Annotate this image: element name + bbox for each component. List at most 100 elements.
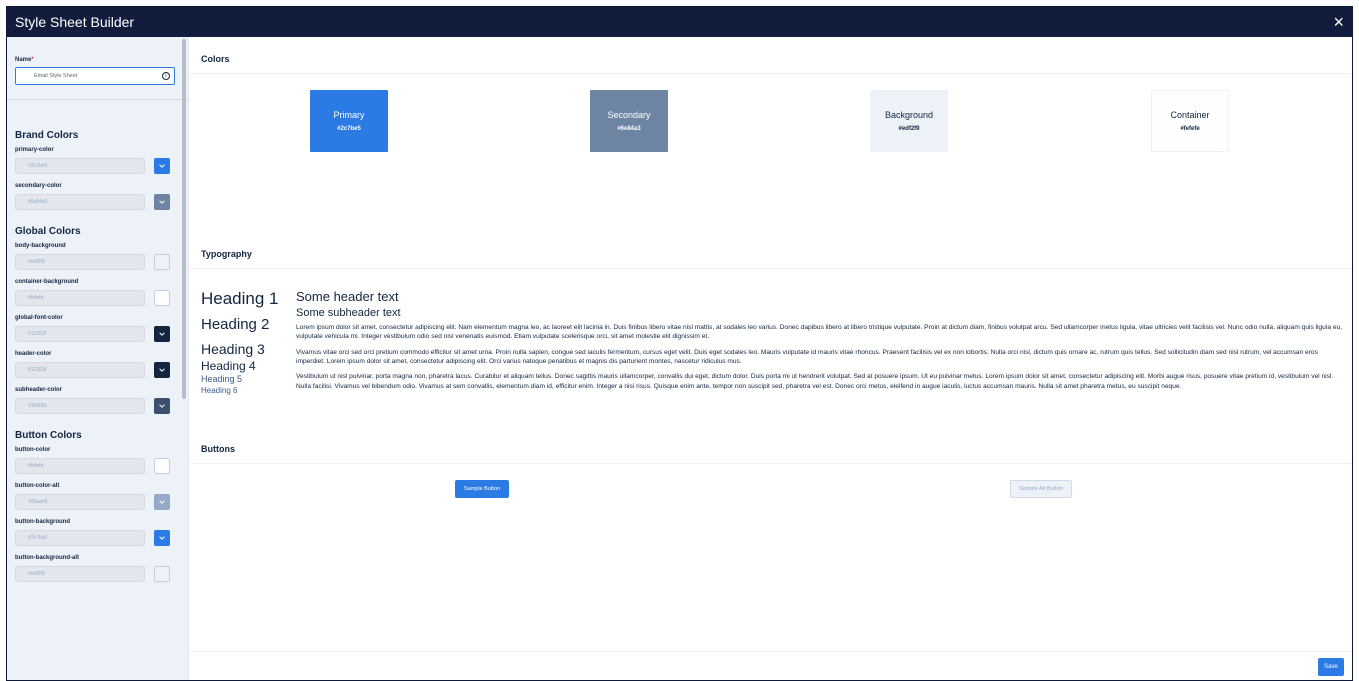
color-card-hex: #edf2f9 (898, 126, 920, 132)
colors-section-title: Colors (201, 54, 230, 64)
dialog-title: Style Sheet Builder (15, 14, 135, 30)
color-field-body-background: body-background #edf2f9 (15, 243, 180, 270)
color-field-button-color: button-color #fefefe (15, 447, 180, 474)
title-bar: Style Sheet Builder × (7, 7, 1352, 37)
name-input[interactable]: Email Style Sheet i (15, 67, 175, 85)
chevron-down-icon (159, 164, 165, 168)
color-field-label: header-color (15, 351, 52, 357)
color-swatch-picker[interactable] (154, 398, 170, 414)
color-card-primary: Primary #2c7be5 (310, 90, 388, 152)
color-swatch-picker[interactable] (154, 530, 170, 546)
color-card-hex: #6e84a3 (617, 126, 641, 132)
color-value-input[interactable]: #2c7be5 (15, 158, 145, 174)
paragraph: Vestibulum ut nisl pulvinar, porta magna… (296, 373, 1334, 390)
heading-6: Heading 6 (201, 386, 238, 395)
color-card-name: Container (1170, 110, 1210, 120)
color-field-button-background: button-background #2c7be5 (15, 519, 180, 546)
color-card-name: Background (884, 110, 934, 120)
name-label: Name* (15, 57, 180, 63)
color-swatch-picker[interactable] (154, 458, 170, 474)
typography-section-title: Typography (201, 249, 252, 259)
paragraph: Vivamus vitae orci sed orci pretium comm… (296, 348, 1318, 366)
footer-divider (189, 651, 1352, 652)
required-mark: * (31, 57, 34, 63)
chevron-down-icon (159, 368, 165, 372)
color-field-button-background-alt: button-background-alt #edf2f9 (15, 555, 180, 582)
color-field-label: button-color (15, 447, 51, 453)
name-input-value: Email Style Sheet (34, 73, 78, 79)
color-value-input[interactable]: #12263f (15, 362, 145, 378)
paragraph: Lorem ipsum dolor sit amet, consectetur … (296, 324, 1342, 341)
color-field-primary-color: primary-color #2c7be5 (15, 147, 180, 174)
color-swatch-picker[interactable] (154, 290, 170, 306)
color-value-input[interactable]: #12263f (15, 326, 145, 342)
color-card-name: Secondary (607, 110, 651, 120)
sidebar-scrollbar[interactable] (182, 39, 186, 399)
chevron-down-icon (159, 332, 165, 336)
color-field-label: button-background-alt (15, 555, 79, 561)
group-title: Button Colors (15, 430, 82, 441)
color-card-hex: #fefefe (1180, 126, 1200, 132)
color-field-label: global-font-color (15, 315, 63, 321)
heading-1: Heading 1 (201, 289, 279, 308)
typography-preview: Heading 1 Heading 2 Heading 3 Heading 4 … (189, 269, 1352, 427)
color-field-label: secondary-color (15, 183, 62, 189)
subheader-text: Some subheader text (296, 307, 401, 319)
color-field-secondary-color: secondary-color #6e84a3 (15, 183, 180, 210)
body-text-preview: Some header text Some subheader text Lor… (296, 289, 1352, 427)
group-title: Global Colors (15, 226, 81, 237)
color-value-input[interactable]: #6e84a3 (15, 194, 145, 210)
color-field-container-background: container-background #fefefe (15, 279, 180, 306)
settings-sidebar: Name* Email Style Sheet i Brand Colors pr… (7, 37, 189, 680)
color-swatch-picker[interactable] (154, 566, 170, 582)
heading-3: Heading 3 (201, 341, 265, 357)
info-icon[interactable]: i (162, 72, 170, 80)
color-field-header-color: header-color #12263f (15, 351, 180, 378)
chevron-down-icon (159, 404, 165, 408)
color-value-input[interactable]: #95aac9 (15, 494, 145, 510)
color-field-global-font-color: global-font-color #12263f (15, 315, 180, 342)
color-swatch-picker[interactable] (154, 362, 170, 378)
save-button[interactable]: Save (1318, 658, 1344, 676)
color-field-label: primary-color (15, 147, 54, 153)
color-card-secondary: Secondary #6e84a3 (590, 90, 668, 152)
color-swatch-picker[interactable] (154, 254, 170, 270)
sample-button[interactable]: Sample Button (455, 480, 510, 498)
color-value-input[interactable]: #edf2f9 (15, 566, 145, 582)
color-value-input[interactable]: #edf2f9 (15, 254, 145, 270)
color-value-input[interactable]: #fefefe (15, 458, 145, 474)
color-field-label: subheader-color (15, 387, 63, 393)
color-field-subheader-color: subheader-color #3b506c (15, 387, 180, 414)
color-field-button-color-alt: button-color-alt #95aac9 (15, 483, 180, 510)
style-sheet-builder-dialog: Style Sheet Builder × Name* Email Style … (6, 6, 1353, 681)
chevron-down-icon (159, 200, 165, 204)
buttons-preview: Sample Button Sample Alt Button (189, 464, 1352, 524)
color-swatch-picker[interactable] (154, 326, 170, 342)
color-value-input[interactable]: #2c7be5 (15, 530, 145, 546)
color-field-label: button-color-alt (15, 483, 60, 489)
close-icon[interactable]: × (1333, 13, 1344, 31)
header-text: Some header text (296, 289, 399, 304)
name-label-text: Name (15, 57, 32, 63)
color-swatch-picker[interactable] (154, 158, 170, 174)
headings-list: Heading 1 Heading 2 Heading 3 Heading 4 … (201, 289, 296, 427)
heading-4: Heading 4 (201, 359, 256, 373)
color-value-input[interactable]: #fefefe (15, 290, 145, 306)
color-field-label: button-background (15, 519, 70, 525)
chevron-down-icon (159, 500, 165, 504)
color-field-label: container-background (15, 279, 79, 285)
color-value-input[interactable]: #3b506c (15, 398, 145, 414)
color-card-name: Primary (333, 110, 365, 120)
color-card-background: Background #edf2f9 (870, 90, 948, 152)
heading-5: Heading 5 (201, 374, 243, 384)
color-field-label: body-background (15, 243, 66, 249)
color-swatch-picker[interactable] (154, 494, 170, 510)
preview-panel: Colors Primary #2c7be5 Secondary #6e84a3 Bac… (189, 37, 1352, 680)
color-card-hex: #2c7be5 (337, 126, 361, 132)
sidebar-divider (7, 99, 188, 100)
sample-alt-button[interactable]: Sample Alt Button (1010, 480, 1072, 498)
color-swatch-picker[interactable] (154, 194, 170, 210)
colors-preview: Primary #2c7be5 Secondary #6e84a3 Background… (189, 74, 1352, 232)
chevron-down-icon (159, 536, 165, 540)
heading-2: Heading 2 (201, 316, 270, 333)
